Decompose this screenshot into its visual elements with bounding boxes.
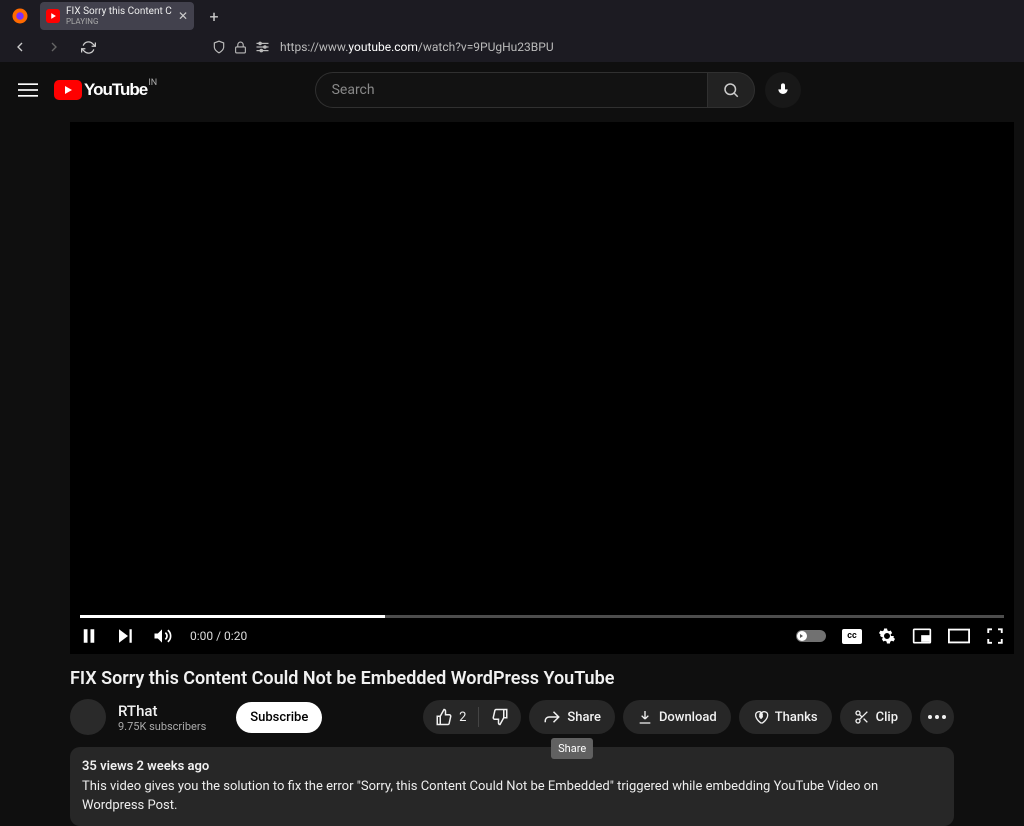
time-display: 0:00 / 0:20: [190, 629, 247, 643]
share-label: Share: [567, 710, 601, 725]
pause-button[interactable]: [80, 627, 98, 645]
like-dislike-group: 2: [423, 700, 521, 734]
search-button[interactable]: [707, 72, 755, 108]
like-count: 2: [459, 710, 466, 725]
subscriber-count: 9.75K subscribers: [118, 720, 206, 733]
lock-icon: [234, 41, 247, 54]
next-button[interactable]: [116, 627, 134, 645]
url-prefix: https://www.: [280, 40, 348, 54]
player-controls: 0:00 / 0:20 cc: [70, 618, 1014, 654]
url-bar[interactable]: https://www.youtube.com/watch?v=9PUgHu23…: [280, 40, 554, 54]
voice-search-button[interactable]: [765, 72, 801, 108]
clip-button[interactable]: Clip: [840, 700, 912, 734]
channel-name[interactable]: RThat: [118, 702, 206, 720]
share-tooltip: Share: [551, 738, 593, 759]
nav-bar: https://www.youtube.com/watch?v=9PUgHu23…: [0, 32, 1024, 62]
reload-button[interactable]: [76, 35, 100, 59]
thumbs-down-icon: [491, 708, 509, 726]
video-title: FIX Sorry this Content Could Not be Embe…: [70, 668, 954, 689]
youtube-logo-icon: [54, 80, 82, 100]
new-tab-button[interactable]: +: [200, 2, 228, 30]
url-domain: youtube.com: [348, 40, 418, 54]
meta-row: RThat 9.75K subscribers Subscribe 2 Shar…: [70, 699, 954, 735]
gear-icon: [878, 627, 896, 645]
firefox-icon: [8, 4, 32, 28]
share-button[interactable]: Share: [529, 700, 615, 734]
thanks-icon: $: [753, 709, 769, 725]
like-button[interactable]: 2: [423, 700, 478, 734]
description-box[interactable]: 35 views 2 weeks ago This video gives yo…: [70, 747, 954, 826]
download-button[interactable]: Download: [623, 700, 731, 734]
search-input[interactable]: Search: [315, 72, 707, 108]
clip-label: Clip: [876, 710, 898, 725]
channel-avatar[interactable]: [70, 699, 106, 735]
close-tab-icon[interactable]: ✕: [178, 9, 188, 23]
thanks-button[interactable]: $ Thanks: [739, 700, 832, 734]
youtube-logo[interactable]: YouTube IN: [54, 80, 147, 100]
download-icon: [637, 709, 653, 725]
youtube-masthead: YouTube IN Search: [0, 62, 1024, 118]
video-container: 0:00 / 0:20 cc: [0, 122, 1024, 826]
autoplay-toggle[interactable]: [796, 630, 826, 642]
volume-button[interactable]: [152, 626, 172, 646]
video-actions: 2 Share Share Download $ Thanks: [423, 700, 954, 734]
description-meta: 35 views 2 weeks ago: [82, 757, 942, 777]
thumbs-up-icon: [435, 708, 453, 726]
captions-button[interactable]: cc: [842, 629, 862, 644]
back-button[interactable]: [8, 35, 32, 59]
shield-icon: [212, 40, 226, 54]
youtube-logo-text: YouTube: [84, 80, 147, 100]
fullscreen-button[interactable]: [986, 627, 1004, 645]
more-icon: [928, 715, 946, 719]
tab-subtitle: PLAYING: [66, 17, 172, 26]
settings-button[interactable]: [878, 627, 896, 645]
download-label: Download: [659, 710, 717, 725]
menu-button[interactable]: [16, 78, 40, 102]
permissions-icon: [255, 41, 270, 53]
tab-bar: FIX Sorry this Content Could N PLAYING ✕…: [0, 0, 1024, 32]
search-placeholder: Search: [332, 82, 375, 98]
share-icon: [543, 708, 561, 726]
description-text: This video gives you the solution to fix…: [82, 777, 942, 816]
forward-button: [42, 35, 66, 59]
thanks-label: Thanks: [775, 710, 818, 725]
microphone-icon: [775, 82, 791, 98]
search-icon: [722, 81, 740, 99]
video-player[interactable]: 0:00 / 0:20 cc: [70, 122, 1014, 654]
scissors-icon: [854, 709, 870, 725]
youtube-favicon-icon: [46, 9, 60, 23]
url-path: /watch?v=9PUgHu23BPU: [418, 40, 554, 54]
browser-chrome: FIX Sorry this Content Could N PLAYING ✕…: [0, 0, 1024, 62]
more-actions-button[interactable]: [920, 700, 954, 734]
theater-button[interactable]: [948, 628, 970, 644]
channel-block: RThat 9.75K subscribers Subscribe: [70, 699, 322, 735]
dislike-button[interactable]: [479, 700, 521, 734]
svg-text:$: $: [759, 713, 762, 720]
url-security-icons: [212, 40, 270, 54]
country-code: IN: [148, 78, 157, 88]
tab-text: FIX Sorry this Content Could N PLAYING: [66, 6, 172, 26]
tab-title: FIX Sorry this Content Could N: [66, 6, 172, 17]
miniplayer-button[interactable]: [912, 627, 932, 645]
browser-tab[interactable]: FIX Sorry this Content Could N PLAYING ✕: [40, 2, 194, 30]
subscribe-button[interactable]: Subscribe: [236, 702, 322, 733]
